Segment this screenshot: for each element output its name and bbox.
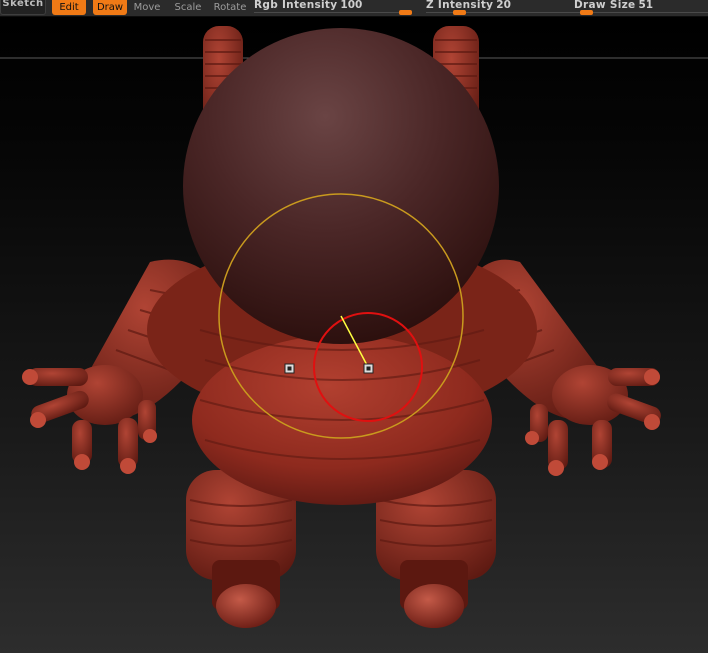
draw-size-value: 51 bbox=[638, 0, 654, 11]
draw-size-thumb[interactable] bbox=[580, 10, 594, 15]
rotate-button[interactable]: Rotate bbox=[213, 0, 247, 15]
move-button[interactable]: Move bbox=[133, 0, 161, 15]
rgb-intensity-value: 100 bbox=[340, 0, 363, 11]
gizmo-handle-center bbox=[366, 366, 371, 371]
rgb-intensity-thumb[interactable] bbox=[399, 10, 412, 15]
gizmo-handle-center bbox=[287, 366, 292, 371]
rgb-intensity-track[interactable] bbox=[254, 10, 412, 15]
rgb-intensity-slider[interactable]: Rgb Intensity 100 bbox=[254, 0, 412, 16]
draw-size-slider[interactable]: Draw Size 51 bbox=[574, 0, 708, 16]
rgb-intensity-label: Rgb Intensity bbox=[254, 0, 338, 11]
sculpt-canvas[interactable] bbox=[0, 17, 708, 653]
hand-left bbox=[22, 365, 157, 474]
scale-button[interactable]: Scale bbox=[174, 0, 202, 15]
edit-button[interactable]: Edit bbox=[52, 0, 86, 15]
z-intensity-thumb[interactable] bbox=[453, 10, 467, 15]
head-sphere bbox=[183, 28, 499, 344]
sketch-button[interactable]: Sketch bbox=[0, 0, 46, 15]
top-toolbar: Sketch Edit Draw Move Scale Rotate Rgb I… bbox=[0, 0, 708, 17]
draw-size-track[interactable] bbox=[574, 10, 708, 15]
z-intensity-value: 20 bbox=[496, 0, 511, 11]
draw-button[interactable]: Draw bbox=[93, 0, 127, 15]
viewport-scene bbox=[0, 26, 708, 628]
z-intensity-slider[interactable]: Z Intensity 20 bbox=[426, 0, 576, 16]
z-intensity-track[interactable] bbox=[426, 10, 576, 15]
